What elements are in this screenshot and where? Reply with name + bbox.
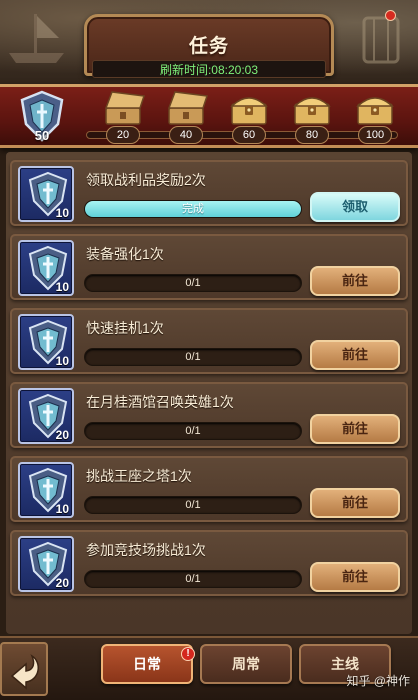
notification-dot: [385, 10, 396, 21]
milestone-value: 80: [295, 126, 329, 144]
task-title: 参加竞技场挑战1次: [86, 542, 206, 558]
go-button[interactable]: 前往: [310, 340, 400, 370]
task-reward-icon: 10: [18, 166, 74, 222]
back-button[interactable]: [0, 642, 48, 696]
task-progress-bar: 0/1: [84, 496, 302, 514]
task-progress-bar: 0/1: [84, 422, 302, 440]
task-reward-value: 20: [55, 576, 69, 590]
task-reward-value: 10: [55, 206, 69, 220]
task-progress-bar: 0/1: [84, 348, 302, 366]
task-reward-icon: 10: [18, 240, 74, 296]
tab-weekly[interactable]: 周常: [200, 644, 292, 684]
milestone-value: 40: [169, 126, 203, 144]
treasure-chest-icon[interactable]: [226, 88, 272, 128]
task-reward-icon: 20: [18, 388, 74, 444]
task-row: 10 快速挂机1次 0/1 前往: [10, 308, 408, 374]
tab-daily[interactable]: 日常: [101, 644, 193, 684]
ship-decoration-icon: [9, 14, 64, 63]
task-progress-bar: 完成: [84, 200, 302, 218]
task-row: 10 挑战王座之塔1次 0/1 前往: [10, 456, 408, 522]
task-progress-text: 0/1: [185, 573, 201, 585]
task-title: 领取战利品奖励2次: [86, 172, 206, 188]
tab-notification-badge: !: [181, 647, 195, 661]
task-title: 快速挂机1次: [86, 320, 164, 336]
page-title: 任务: [188, 36, 229, 57]
task-reward-value: 10: [55, 502, 69, 516]
go-button[interactable]: 前往: [310, 488, 400, 518]
open-chest-icon[interactable]: [163, 88, 209, 128]
task-title: 在月桂酒馆召唤英雄1次: [86, 394, 234, 410]
task-progress-text: 0/1: [185, 499, 201, 511]
activity-score: 50: [34, 128, 50, 143]
cage-decoration-icon: [362, 16, 400, 64]
task-progress-text: 0/1: [185, 425, 201, 437]
go-button[interactable]: 前往: [310, 414, 400, 444]
task-row: 20 在月桂酒馆召唤英雄1次 0/1 前往: [10, 382, 408, 448]
claim-button[interactable]: 领取: [310, 192, 400, 222]
go-button[interactable]: 前往: [310, 266, 400, 296]
treasure-chest-icon[interactable]: [352, 88, 398, 128]
milestone-value: 60: [232, 126, 266, 144]
task-reward-icon: 10: [18, 462, 74, 518]
task-progress-text: 0/1: [185, 351, 201, 363]
task-row: 20 参加竞技场挑战1次 0/1 前往: [10, 530, 408, 596]
refresh-timer: 刷新时间:08:20:03: [92, 60, 326, 78]
treasure-chest-icon[interactable]: [289, 88, 335, 128]
task-progress-bar: 0/1: [84, 570, 302, 588]
task-reward-value: 10: [55, 280, 69, 294]
task-progress-bar: 0/1: [84, 274, 302, 292]
task-reward-icon: 20: [18, 536, 74, 592]
watermark: 知乎 @神作: [346, 674, 410, 688]
task-reward-value: 20: [55, 428, 69, 442]
open-chest-icon[interactable]: [100, 88, 146, 128]
back-arrow-icon: [10, 654, 39, 690]
task-row: 10 装备强化1次 0/1 前往: [10, 234, 408, 300]
go-button[interactable]: 前往: [310, 562, 400, 592]
milestone-value: 20: [106, 126, 140, 144]
task-title: 装备强化1次: [86, 246, 164, 262]
task-progress-text: 0/1: [185, 277, 201, 289]
task-row: 10 领取战利品奖励2次完成 领取: [10, 160, 408, 226]
task-reward-value: 10: [55, 354, 69, 368]
task-title: 挑战王座之塔1次: [86, 468, 192, 484]
milestone-value: 100: [358, 126, 392, 144]
task-progress-text: 完成: [182, 203, 204, 215]
task-reward-icon: 10: [18, 314, 74, 370]
